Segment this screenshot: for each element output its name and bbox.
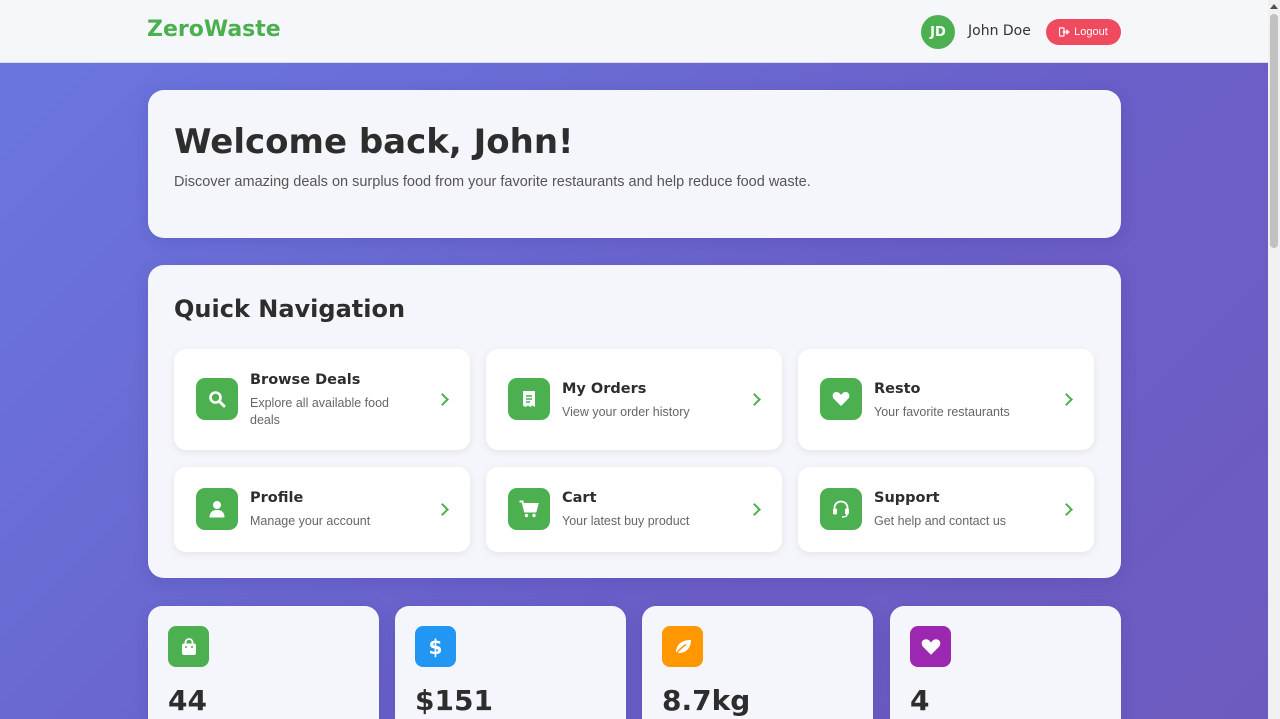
stat-value: 8.7kg [662, 684, 751, 717]
nav-card-description: Manage your account [250, 514, 371, 528]
scroll-up-arrow-icon[interactable] [1270, 4, 1278, 9]
brand-logo[interactable]: ZeroWaste [147, 17, 281, 42]
top-navbar: ZeroWaste JD John Doe Logout [0, 0, 1268, 63]
nav-card-description: View your order history [562, 405, 690, 419]
receipt-icon [508, 378, 550, 420]
welcome-card: Welcome back, John! Discover amazing dea… [148, 90, 1121, 238]
nav-card-browse-deals[interactable]: Browse Deals Explore all available food … [174, 349, 470, 450]
nav-card-title: Profile [250, 490, 304, 506]
user-icon [196, 488, 238, 530]
nav-card-description: Explore all available food deals [250, 396, 389, 427]
chevron-right-icon [436, 393, 449, 406]
page-scrollbar[interactable] [1268, 0, 1280, 719]
avatar[interactable]: JD [921, 15, 955, 49]
nav-card-resto[interactable]: Resto Your favorite restaurants [798, 349, 1094, 450]
nav-card-my-orders[interactable]: My Orders View your order history [486, 349, 782, 450]
leaf-icon [662, 626, 703, 667]
user-name: John Doe [968, 23, 1031, 39]
nav-card-description: Get help and contact us [874, 514, 1007, 528]
chevron-right-icon [436, 503, 449, 516]
nav-card-support[interactable]: Support Get help and contact us [798, 467, 1094, 552]
logout-button[interactable]: Logout [1046, 19, 1121, 45]
stat-value: $151 [415, 684, 493, 717]
stat-value: 4 [910, 684, 930, 717]
nav-card-description: Your favorite restaurants [874, 405, 1010, 419]
sign-out-icon [1059, 27, 1070, 37]
chevron-right-icon [748, 393, 761, 406]
chevron-right-icon [748, 503, 761, 516]
nav-card-title: My Orders [562, 381, 647, 397]
nav-card-title: Browse Deals [250, 372, 361, 388]
chevron-right-icon [1060, 503, 1073, 516]
stat-card-savings: $ $151 [395, 606, 626, 719]
shopping-bag-icon [168, 626, 209, 667]
chevron-right-icon [1060, 393, 1073, 406]
nav-card-title: Resto [874, 381, 921, 397]
search-icon [196, 378, 238, 420]
welcome-title: Welcome back, John! [174, 122, 574, 162]
section-title: Quick Navigation [174, 295, 406, 323]
logout-label: Logout [1074, 26, 1108, 38]
stat-value: 44 [168, 684, 207, 717]
quick-navigation-card: Quick Navigation Browse Deals Explore al… [148, 265, 1121, 578]
welcome-subtitle: Discover amazing deals on surplus food f… [174, 174, 811, 190]
heart-icon [910, 626, 951, 667]
nav-card-title: Cart [562, 490, 597, 506]
nav-card-profile[interactable]: Profile Manage your account [174, 467, 470, 552]
cart-icon [508, 488, 550, 530]
stat-card-favorites: 4 [890, 606, 1121, 719]
nav-card-description: Your latest buy product [562, 514, 690, 528]
headset-icon [820, 488, 862, 530]
nav-card-cart[interactable]: Cart Your latest buy product [486, 467, 782, 552]
nav-card-title: Support [874, 490, 940, 506]
stat-card-food-saved: 8.7kg [642, 606, 873, 719]
heart-icon [820, 378, 862, 420]
dollar-icon: $ [415, 626, 456, 667]
stat-card-orders: 44 [148, 606, 379, 719]
scrollbar-thumb[interactable] [1270, 14, 1278, 248]
